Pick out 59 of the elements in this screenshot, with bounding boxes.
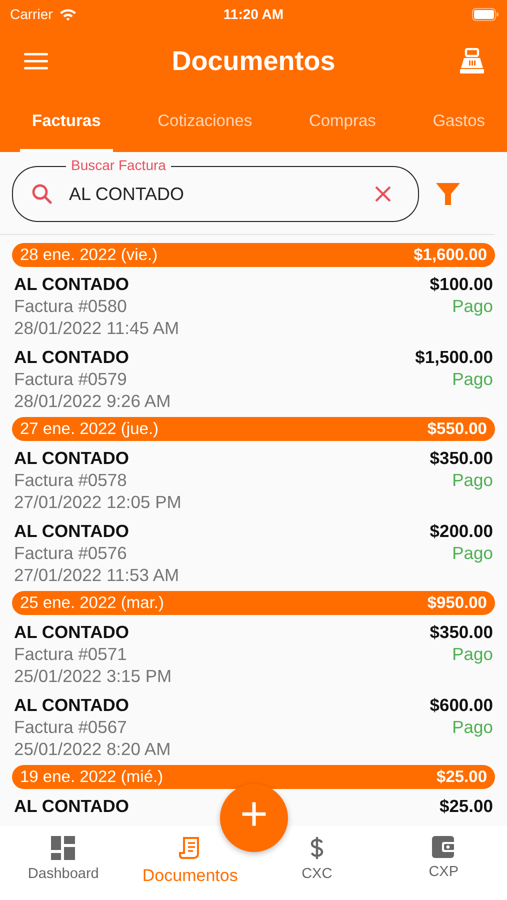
client-name[interactable]: AL CONTADO (14, 447, 182, 469)
client-name[interactable]: AL CONTADO (14, 694, 171, 716)
invoice-number: Factura #0567 (14, 716, 128, 738)
invoice-amount: $100.00 (430, 273, 493, 295)
receipt-icon (179, 836, 202, 860)
invoice-datetime: 25/01/2022 8:20 AM (14, 738, 171, 760)
dashboard-icon (51, 836, 76, 860)
wifi-icon (58, 8, 77, 20)
invoice-datetime: 25/01/2022 3:15 PM (14, 665, 172, 687)
client-name[interactable]: AL CONTADO (14, 520, 180, 542)
carrier-name: Carrier (10, 6, 53, 22)
invoice-number: Factura #0579 (14, 368, 128, 390)
dollar-icon (308, 836, 325, 860)
group-date: 27 ene. 2022 (jue.) (20, 420, 159, 438)
client-name[interactable]: AL CONTADO (14, 795, 130, 817)
payment-status: Pago (452, 368, 493, 390)
clear-icon[interactable] (374, 185, 392, 203)
payment-status: Pago (452, 643, 493, 665)
wallet-icon (432, 836, 456, 858)
menu-button[interactable] (22, 50, 50, 72)
invoice-datetime: 27/01/2022 12:05 PM (14, 491, 182, 513)
invoice-datetime: 28/01/2022 9:26 AM (14, 390, 171, 412)
search-icon (31, 183, 53, 205)
payment-status: Pago (452, 716, 493, 738)
invoice-amount: $25.00 (439, 795, 493, 817)
invoice-amount: $1,500.00 (415, 346, 493, 368)
invoice-number: Factura #0580 (14, 295, 128, 317)
group-total: $950.00 (427, 594, 487, 612)
page-title: Documentos (172, 46, 336, 76)
status-time: 11:20 AM (223, 6, 284, 22)
invoice-number: Factura #0578 (14, 469, 128, 491)
search-input[interactable]: AL CONTADO (67, 182, 360, 206)
invoice-datetime: 28/01/2022 11:45 AM (14, 317, 180, 339)
group-date: 28 ene. 2022 (vie.) (20, 246, 158, 264)
client-name[interactable]: AL CONTADO (14, 273, 180, 295)
invoice-datetime: 27/01/2022 11:53 AM (14, 564, 180, 586)
group-date: 25 ene. 2022 (mar.) (20, 594, 164, 612)
payment-status: Pago (452, 542, 493, 564)
nav-item[interactable]: CXC (302, 836, 332, 882)
invoice-number: Factura #0576 (14, 542, 128, 564)
group-total: $25.00 (436, 768, 487, 786)
payment-status: Pago (452, 469, 493, 491)
invoice-amount: $200.00 (430, 520, 493, 542)
invoice-amount: $350.00 (430, 621, 493, 643)
group-date: 19 ene. 2022 (mié.) (20, 768, 164, 786)
cash-register-button[interactable] (457, 46, 487, 76)
nav-item[interactable]: Dashboard (28, 836, 99, 882)
invoice-number: Factura #0571 (14, 643, 128, 665)
payment-status: Pago (452, 295, 493, 317)
invoice-amount: $350.00 (430, 447, 493, 469)
group-total: $1,600.00 (414, 246, 487, 264)
battery-icon (472, 8, 499, 20)
search-field-label: Buscar Factura (66, 157, 171, 173)
group-total: $550.00 (427, 420, 487, 438)
invoice-amount: $600.00 (430, 694, 493, 716)
client-name[interactable]: AL CONTADO (14, 346, 171, 368)
filter-icon[interactable] (435, 181, 461, 207)
client-name[interactable]: AL CONTADO (14, 621, 172, 643)
nav-item[interactable]: CXP (428, 836, 459, 880)
